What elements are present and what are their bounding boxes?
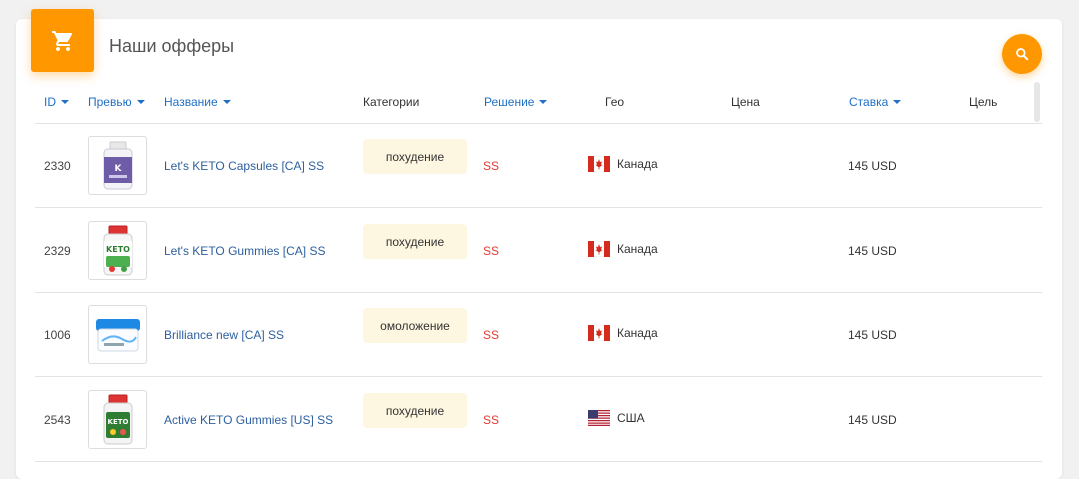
geo-label: Канада [617,326,658,340]
category-badge: похудение [363,224,467,259]
canada-flag-icon [588,241,610,257]
canada-flag-icon [588,156,610,172]
offer-id: 2330 [44,159,71,173]
table-row: 2543 KETO Active KETO Gummies [US] SS по… [35,378,1042,462]
column-header-goal: Цель [969,95,998,109]
table-row: 1006 Brilliance new [CA] SS омоложение S… [35,293,1042,377]
cream-jar-icon [95,318,140,351]
geo-cell: Канада [588,156,658,172]
caret-down-icon [539,100,548,104]
decision-value: SS [483,159,500,173]
keto-gummies-bottle-icon: KETO [103,225,132,275]
svg-text:K: K [114,164,122,174]
svg-text:KETO: KETO [106,245,130,254]
offer-id: 2543 [44,413,71,427]
active-keto-gummies-bottle-icon: KETO [103,394,132,444]
decision-value: SS [483,244,500,258]
canada-flag-icon [588,325,610,341]
offer-id: 1006 [44,328,71,342]
category-badge: похудение [363,393,467,428]
column-header-name[interactable]: Название [164,95,231,109]
row-divider [35,376,1042,377]
row-divider [35,461,1042,462]
rate-value: 145 USD [848,328,897,342]
offer-name-link[interactable]: Let's KETO Capsules [CA] SS [164,159,324,173]
offer-name-link[interactable]: Let's KETO Gummies [CA] SS [164,244,325,258]
column-header-categories: Категории [363,95,420,109]
caret-down-icon [222,100,231,104]
column-header-rate[interactable]: Ставка [849,95,902,109]
decision-value: SS [483,413,500,427]
usa-flag-icon [588,410,610,426]
offer-preview-image[interactable]: K [88,136,147,195]
caret-down-icon [136,100,145,104]
offer-name-link[interactable]: Active KETO Gummies [US] SS [164,413,333,427]
table-row: 2330 K Let's KETO Capsules [CA] SS похуд… [35,124,1042,208]
geo-label: Канада [617,157,658,171]
cart-icon [31,9,94,72]
offer-preview-image[interactable] [88,305,147,364]
decision-value: SS [483,328,500,342]
offer-preview-image[interactable]: KETO [88,390,147,449]
column-header-price: Цена [731,95,760,109]
offer-preview-image[interactable]: KETO [88,221,147,280]
row-divider [35,207,1042,208]
offer-id: 2329 [44,244,71,258]
column-header-id[interactable]: ID [44,95,69,109]
geo-cell: Канада [588,325,658,341]
geo-cell: Канада [588,241,658,257]
svg-text:KETO: KETO [107,418,128,426]
column-header-geo: Гео [605,95,625,109]
offer-name-link[interactable]: Brilliance new [CA] SS [164,328,284,342]
keto-capsules-bottle-icon: K [103,141,132,189]
geo-cell: США [588,410,645,426]
column-header-preview[interactable]: Превью [88,95,145,109]
rate-value: 145 USD [848,159,897,173]
geo-label: США [617,411,645,425]
category-badge: омоложение [363,308,467,343]
caret-down-icon [893,100,902,104]
table-row: 2329 KETO Let's KETO Gummies [CA] SS пох… [35,209,1042,293]
caret-down-icon [61,100,69,104]
rate-value: 145 USD [848,244,897,258]
category-badge: похудение [363,139,467,174]
page-title: Наши офферы [109,36,235,56]
column-header-decision[interactable]: Решение [484,95,548,109]
search-button[interactable] [1002,34,1042,74]
geo-label: Канада [617,242,658,256]
rate-value: 145 USD [848,413,897,427]
scrollbar[interactable] [1034,82,1040,122]
search-icon [1016,48,1029,61]
